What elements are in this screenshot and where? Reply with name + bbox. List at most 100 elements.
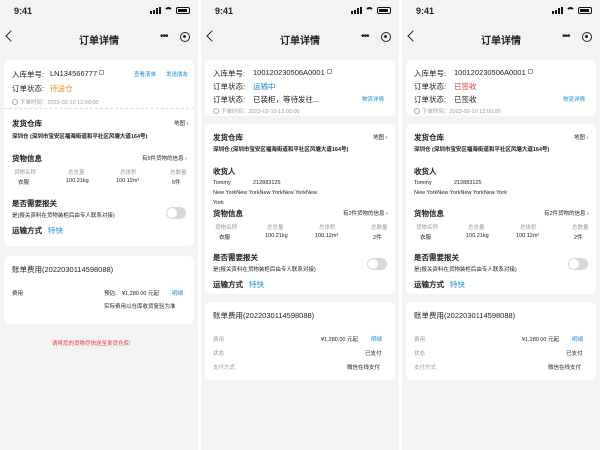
state-value: 已支付 bbox=[365, 351, 382, 357]
recipient-address-2: York bbox=[213, 200, 224, 206]
warehouse-address: 深圳仓 (深圳市宝安区福海街道和平社区风塘大道164号) bbox=[213, 147, 349, 153]
copy-icon[interactable] bbox=[527, 69, 533, 74]
status-label: 订单状态: bbox=[12, 84, 45, 93]
fee-detail-link[interactable]: 明细 bbox=[371, 335, 382, 343]
signal-icon bbox=[351, 7, 362, 14]
goods-qty: 5件 bbox=[172, 180, 181, 186]
signal-icon bbox=[150, 7, 161, 14]
battery-icon bbox=[176, 7, 190, 14]
inbound-number: 100120230506A0001 bbox=[454, 68, 533, 77]
logistics-link[interactable]: 物流详情 bbox=[362, 95, 384, 103]
status-label: 订单状态: bbox=[213, 82, 246, 91]
fee-label: 费用 bbox=[213, 337, 225, 343]
customs-toggle[interactable] bbox=[166, 207, 186, 219]
close-capsule-icon[interactable] bbox=[381, 32, 391, 42]
goods-volume: 100.12m³ bbox=[116, 178, 140, 184]
more-icon[interactable]: ••• bbox=[361, 32, 369, 42]
goods-volume: 100.12m³ bbox=[315, 233, 339, 239]
goods-header-name: 货物名称 bbox=[215, 225, 238, 231]
ship-label: 运输方式 bbox=[414, 280, 444, 289]
ship-label: 运输方式 bbox=[213, 280, 243, 289]
goods-detail-link[interactable]: 有2件货物的信息 › bbox=[343, 209, 388, 217]
goods-qty: 2件 bbox=[373, 235, 382, 241]
warehouse-address: 深圳仓 (深圳市宝安区福海街道和平社区风塘大道164号) bbox=[414, 147, 550, 153]
status-value: 待送仓 bbox=[50, 84, 73, 93]
fee-detail-link[interactable]: 明细 bbox=[572, 335, 583, 343]
goods-volume: 100.12m³ bbox=[516, 233, 540, 239]
customs-note: 是(报关资料在货物装柜后由专人联系对接) bbox=[12, 213, 115, 219]
copy-icon[interactable] bbox=[99, 70, 105, 75]
send-friend-link[interactable]: 发送朋友 bbox=[166, 70, 188, 78]
status-time: 9:41 bbox=[14, 6, 33, 16]
clock-icon bbox=[12, 99, 18, 105]
pay-label: 支付方式 bbox=[414, 365, 437, 371]
close-capsule-icon[interactable] bbox=[180, 32, 190, 42]
more-icon[interactable]: ••• bbox=[160, 32, 168, 42]
wifi-icon bbox=[365, 7, 374, 14]
detail-card: 发货仓库 地图 › 深圳仓 (深圳市宝安区福海街道和平社区风塘大道164号) 收… bbox=[406, 124, 596, 294]
fee-amount: ¥1,280.00 元起 bbox=[122, 291, 159, 297]
bill-title: 账单费用(2022030114598088) bbox=[213, 311, 315, 320]
map-link[interactable]: 地图 › bbox=[574, 133, 588, 141]
view-bill-link[interactable]: 查看清单 bbox=[134, 70, 156, 78]
status-label-2: 订单状态: bbox=[213, 95, 246, 104]
warehouse-title: 发货仓库 bbox=[12, 119, 42, 128]
order-time: 下单时间：2023-02-10 12:00:00 bbox=[213, 107, 300, 115]
status-value-2: 已签收 bbox=[454, 95, 477, 104]
warehouse-title: 发货仓库 bbox=[213, 133, 243, 142]
ship-value: 特快 bbox=[249, 280, 264, 289]
recipient-title: 收货人 bbox=[213, 167, 236, 176]
screen-signed: 9:41 订单详情 ••• 入库单号: 100120230506A0001 订单… bbox=[402, 0, 600, 450]
goods-title: 货物信息 bbox=[414, 209, 444, 218]
bill-title: 账单费用(2022030114598088) bbox=[414, 311, 516, 320]
goods-header-name: 货物名称 bbox=[416, 225, 439, 231]
clock-icon bbox=[213, 108, 219, 114]
status-bar: 9:41 bbox=[416, 6, 592, 18]
map-link[interactable]: 地图 › bbox=[174, 119, 188, 127]
mini-program-capsule[interactable]: ••• bbox=[156, 29, 194, 45]
fee-note: 实际费用以仓库收货复验为准 bbox=[104, 304, 176, 310]
more-icon[interactable]: ••• bbox=[562, 32, 570, 42]
state-label: 状态 bbox=[414, 351, 426, 357]
inbound-number: LN134566777 bbox=[50, 69, 105, 78]
goods-name: 衣服 bbox=[219, 235, 231, 241]
fee-detail-link[interactable]: 明细 bbox=[172, 289, 183, 297]
close-capsule-icon[interactable] bbox=[582, 32, 592, 42]
customs-title: 是否需要报关 bbox=[414, 253, 459, 262]
mini-program-capsule[interactable]: ••• bbox=[357, 29, 395, 45]
goods-detail-link[interactable]: 有5件货物的信息 › bbox=[142, 154, 187, 162]
goods-header-name: 货物名称 bbox=[14, 170, 37, 176]
recipient-name: Tommy bbox=[414, 180, 432, 186]
logistics-link[interactable]: 物流详情 bbox=[563, 95, 585, 103]
order-card: 入库单号: LN134566777 查看清单 发送朋友 订单状态: 待送仓 下单… bbox=[4, 60, 194, 246]
clock-icon bbox=[414, 108, 420, 114]
bill-card: 账单费用(2022030114598088) 费用 预估: ¥1,280.00 … bbox=[4, 256, 194, 324]
state-value: 已支付 bbox=[566, 351, 583, 357]
customs-toggle[interactable] bbox=[367, 258, 387, 270]
status-time: 9:41 bbox=[416, 6, 435, 16]
status-label-2: 订单状态: bbox=[414, 95, 447, 104]
fee-label: 费用 bbox=[12, 291, 24, 297]
recipient-phone: 212883125 bbox=[253, 180, 281, 186]
goods-weight: 100.21kg bbox=[66, 178, 89, 184]
pay-value: 微信在线支付 bbox=[347, 365, 381, 371]
recipient-address: New YorkNew YorkNew YorkNew York bbox=[414, 190, 507, 196]
goods-header-weight: 总总量 bbox=[468, 225, 485, 231]
recipient-name: Tommy bbox=[213, 180, 231, 186]
detail-card: 发货仓库 地图 › 深圳仓 (深圳市宝安区福海街道和平社区风塘大道164号) 收… bbox=[205, 124, 395, 294]
goods-qty: 2件 bbox=[574, 235, 583, 241]
status-bar: 9:41 bbox=[14, 6, 190, 18]
ship-value: 特快 bbox=[450, 280, 465, 289]
ship-label: 运输方式 bbox=[12, 226, 42, 235]
customs-toggle[interactable] bbox=[568, 258, 588, 270]
map-link[interactable]: 地图 › bbox=[373, 133, 387, 141]
bill-card: 账单费用(2022030114598088) 费用 ¥1,280.00 元起 明… bbox=[406, 302, 596, 380]
screen-pending-order: 9:41 订单详情 ••• 入库单号: LN134566777 查看清单 发送朋… bbox=[0, 0, 198, 450]
customs-note: 是(报关资料在货物装柜后由专人联系对接) bbox=[414, 267, 517, 273]
copy-icon[interactable] bbox=[326, 69, 332, 74]
mini-program-capsule[interactable]: ••• bbox=[558, 29, 596, 45]
goods-header-qty: 总数量 bbox=[170, 170, 187, 176]
status-bar: 9:41 bbox=[215, 6, 391, 18]
goods-detail-link[interactable]: 有2件货物的信息 › bbox=[544, 209, 589, 217]
bill-title: 账单费用(2022030114598088) bbox=[12, 265, 114, 274]
